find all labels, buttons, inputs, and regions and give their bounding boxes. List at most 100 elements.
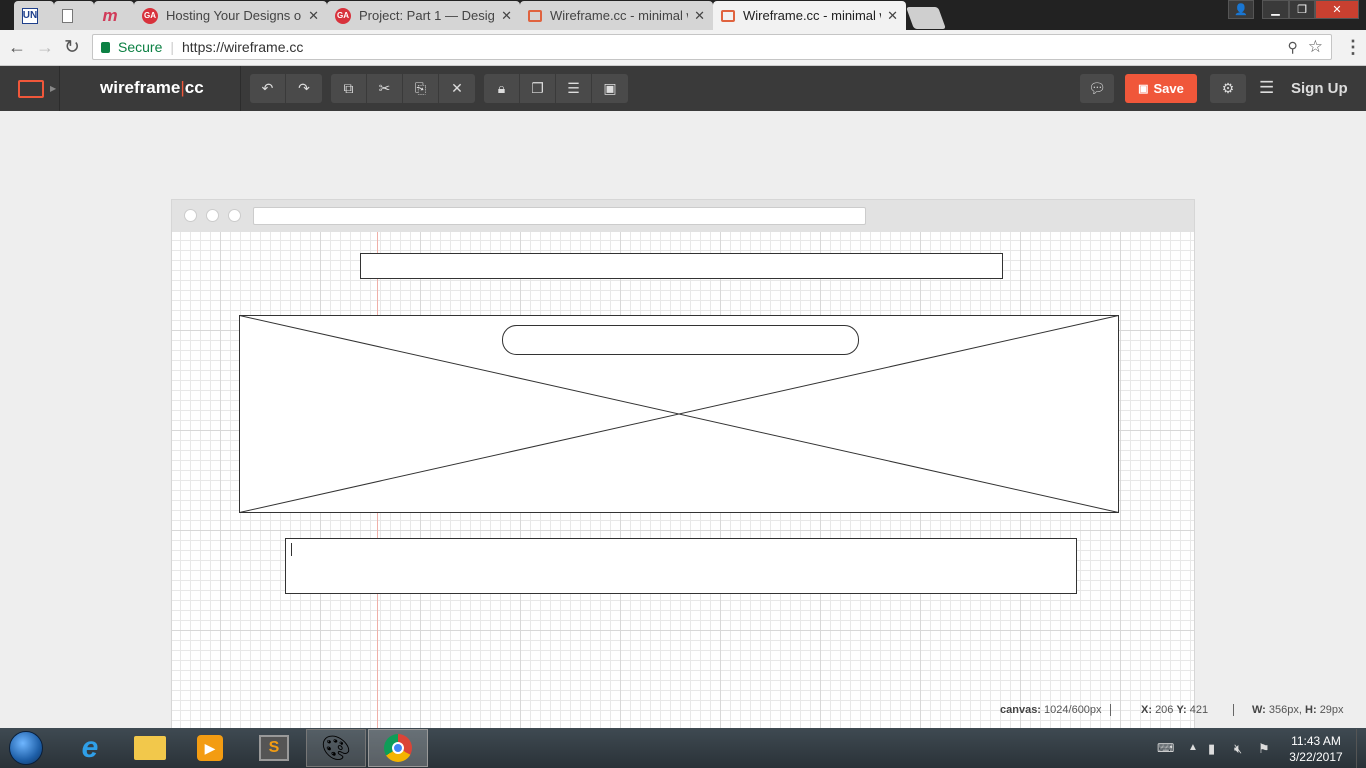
w-value: 356px, [1268,704,1302,716]
frame-type-selector[interactable]: ▶ [0,66,60,111]
close-window-button[interactable]: ✕ [1315,0,1359,19]
window-dot [206,209,219,222]
arrange-icon[interactable]: ❐ [520,74,556,103]
volume-muted-icon[interactable]: 🔇︎ [1234,741,1242,757]
maximize-button[interactable]: ❐ [1289,0,1315,19]
hamburger-menu-icon[interactable]: ☰ [1259,78,1274,98]
status-divider [1110,704,1111,716]
network-flag-icon[interactable]: ⚑ [1258,741,1270,757]
delete-icon[interactable]: ✕ [439,74,475,103]
show-desktop-button[interactable] [1356,729,1366,768]
clock-date: 3/22/2017 [1289,750,1343,764]
y-label: Y: [1176,704,1187,716]
url-text: https://wireframe.cc [182,39,304,55]
tab-project[interactable]: GA Project: Part 1 — Design ✕ [327,1,520,30]
lock-icon[interactable]: 🔒︎ [484,74,520,103]
window-dot [184,209,197,222]
x-value: 206 [1155,704,1174,716]
align-icon[interactable]: ☰ [556,74,592,103]
logo-suffix: cc [184,78,204,97]
close-tab-icon[interactable]: ✕ [694,8,705,24]
wireframe-icon [528,9,542,22]
window-dot [228,209,241,222]
tab-title: Project: Part 1 — Design [359,8,496,23]
close-tab-icon[interactable]: ✕ [501,8,512,24]
tab-document[interactable] [54,1,94,30]
copy-icon[interactable]: ⧉ [331,74,367,103]
tab-hosting[interactable]: GA Hosting Your Designs on ✕ [134,1,327,30]
canvas-label: canvas: [1000,704,1041,716]
back-icon[interactable]: ← [8,37,26,58]
text-box[interactable] [285,538,1077,594]
tab-un[interactable]: UN [14,1,54,30]
start-button[interactable] [4,729,48,767]
profile-icon[interactable]: 👤 [1228,0,1254,19]
x-label: X: [1141,704,1152,716]
comment-group: 💬︎ [1080,74,1114,103]
media-player-icon[interactable]: ▶ [180,729,240,767]
search-pill-box[interactable] [502,325,859,355]
save-disk-icon: ▣ [1138,83,1149,95]
status-divider [1233,704,1234,716]
chrome-menu-icon[interactable]: ⋮ [1344,37,1362,58]
sign-up-link[interactable]: Sign Up [1291,80,1348,97]
forward-icon[interactable]: → [36,37,54,58]
clock-time: 11:43 AM [1291,734,1341,748]
keyboard-icon[interactable]: ⌨ [1157,741,1174,755]
logo-text: wireframe [100,78,181,97]
undo-icon[interactable]: ↶ [250,74,286,103]
toolbar-divider [240,66,241,111]
text-cursor [291,543,292,556]
paste-icon[interactable]: ⎘ [403,74,439,103]
ga-icon: GA [142,7,158,24]
minimize-button[interactable]: ▁ [1262,0,1289,19]
power-icon[interactable]: ▮ [1208,741,1215,757]
reload-icon[interactable]: ↻ [64,36,80,59]
app-logo[interactable]: wireframe|cc [100,78,204,98]
pin-icon[interactable]: ⚲ [1287,39,1297,56]
tab-m[interactable]: m [94,1,134,30]
caret-right-icon: ▶ [50,84,57,93]
chrome-icon[interactable] [368,729,428,767]
history-group: ↶ ↷ [250,74,322,103]
tab-title: Hosting Your Designs on [166,8,303,23]
w-label: W: [1252,704,1266,716]
save-label: Save [1153,81,1184,96]
close-tab-icon[interactable]: ✕ [887,8,898,24]
windows-logo-icon [9,731,43,765]
h-label: H: [1305,704,1317,716]
lock-icon [101,41,110,53]
ie-icon[interactable]: e [60,729,120,767]
document-icon [62,8,73,23]
tab-wireframe-active[interactable]: Wireframe.cc - minimal w ✕ [713,1,906,30]
m-logo-icon: m [102,5,118,25]
browser-frame-icon [18,79,44,98]
show-hidden-icons[interactable]: ▲ [1188,742,1198,753]
canvas-size-status: canvas: 1024/600px [1000,704,1102,716]
group-icon[interactable]: ▣ [592,74,628,103]
settings-gears-icon[interactable]: ⚙ [1210,74,1246,103]
header-box[interactable] [360,253,1003,279]
separator: | [170,39,174,55]
image-placeholder[interactable] [239,315,1119,513]
bookmark-star-icon[interactable]: ☆ [1308,37,1323,57]
frame-address-bar [253,207,866,225]
sublime-text-icon[interactable]: S [244,729,304,767]
file-explorer-icon[interactable] [120,729,180,767]
system-clock[interactable]: 11:43 AM 3/22/2017 [1284,733,1348,765]
save-button[interactable]: ▣ Save [1125,74,1197,103]
tab-title: Wireframe.cc - minimal w [743,8,882,23]
redo-icon[interactable]: ↷ [286,74,322,103]
size-status: W: 356px, H: 29px [1252,704,1344,716]
canvas-value: 1024/600px [1044,704,1102,716]
close-tab-icon[interactable]: ✕ [308,8,319,24]
tab-wireframe-1[interactable]: Wireframe.cc - minimal w ✕ [520,1,713,30]
comment-icon[interactable]: 💬︎ [1080,74,1114,103]
edit-group: ⧉ ✂ ⎘ ✕ [331,74,475,103]
security-label: Secure [118,39,163,55]
cut-icon[interactable]: ✂ [367,74,403,103]
paint-icon[interactable]: 🎨︎ [306,729,366,767]
tab-title: Wireframe.cc - minimal w [550,8,689,23]
h-value: 29px [1319,704,1344,716]
address-bar[interactable]: Secure | https://wireframe.cc ⚲ ☆ [92,34,1332,60]
